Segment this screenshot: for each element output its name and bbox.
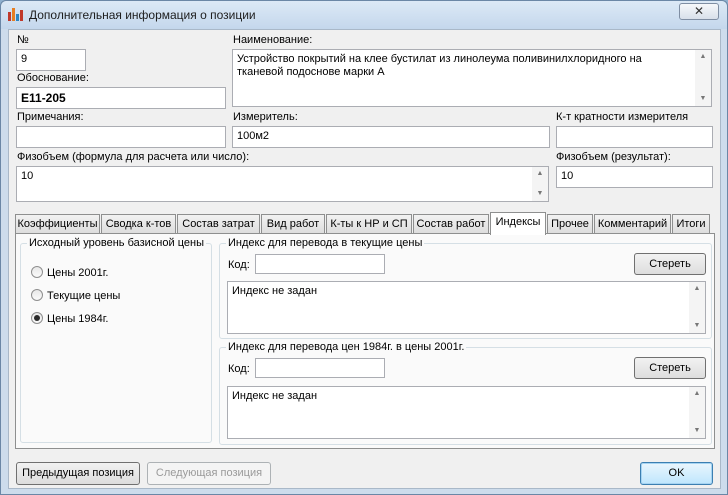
scroll-up-icon[interactable]: ▲ — [689, 387, 705, 401]
title-bar[interactable]: Дополнительная информация о позиции ✕ — [1, 1, 727, 29]
convert-index-group: Индекс для перевода цен 1984г. в цены 20… — [219, 341, 712, 445]
tab-comment[interactable]: Комментарий — [594, 214, 671, 234]
radio-prices-2001[interactable]: Цены 2001г. — [31, 266, 109, 279]
radio-prices-1984[interactable]: Цены 1984г. — [31, 312, 109, 325]
notes-label: Примечания: — [17, 111, 84, 123]
tab-coef-summary[interactable]: Сводка к-тов — [101, 214, 176, 234]
basis-field[interactable]: Е11-205 — [16, 87, 226, 109]
current-index-textarea[interactable]: Индекс не задан ▲ ▼ — [227, 281, 706, 334]
scroll-up-icon[interactable]: ▲ — [695, 50, 711, 64]
volume-formula-label: Физобъем (формула для расчета или число)… — [17, 151, 250, 163]
prev-position-button[interactable]: Предыдущая позиция — [16, 462, 140, 485]
name-text: Устройство покрытий на клее бустилат из … — [237, 53, 642, 78]
tab-indexes[interactable]: Индексы — [490, 212, 546, 235]
meter-field[interactable]: 100м2 — [232, 126, 550, 148]
multiplicity-label: К-т кратности измерителя — [556, 111, 689, 123]
tab-totals[interactable]: Итоги — [672, 214, 710, 234]
next-position-button[interactable]: Следующая позиция — [147, 462, 271, 485]
scroll-down-icon[interactable]: ▼ — [689, 319, 705, 333]
base-level-title: Исходный уровень базисной цены — [27, 237, 206, 249]
current-code-field[interactable] — [255, 254, 385, 274]
tab-coefficients[interactable]: Коэффициенты — [15, 214, 100, 234]
volume-formula-scrollbar[interactable]: ▲ ▼ — [532, 167, 548, 201]
radio-current-prices[interactable]: Текущие цены — [31, 289, 120, 302]
number-label: № — [17, 34, 29, 46]
volume-result-label: Физобъем (результат): — [556, 151, 671, 163]
convert-index-scrollbar[interactable]: ▲ ▼ — [689, 387, 705, 438]
app-icon — [7, 7, 23, 23]
tab-cost-composition[interactable]: Состав затрат — [177, 214, 260, 234]
name-textarea[interactable]: Устройство покрытий на клее бустилат из … — [232, 49, 712, 107]
basis-label: Обоснование: — [17, 72, 89, 84]
convert-code-label: Код: — [228, 363, 250, 375]
convert-code-field[interactable] — [255, 358, 385, 378]
tab-work-type[interactable]: Вид работ — [261, 214, 325, 234]
close-icon: ✕ — [693, 4, 705, 18]
tab-nr-sp-coef[interactable]: К-ты к НР и СП — [326, 214, 412, 234]
volume-result-field[interactable]: 10 — [556, 166, 713, 188]
dialog-client: № 9 Обоснование: Е11-205 Наименование: У… — [8, 29, 721, 489]
notes-field[interactable] — [16, 126, 226, 148]
name-scrollbar[interactable]: ▲ ▼ — [695, 50, 711, 106]
volume-formula-text: 10 — [21, 170, 34, 182]
name-label: Наименование: — [233, 34, 313, 46]
convert-index-title: Индекс для перевода цен 1984г. в цены 20… — [226, 341, 467, 353]
dialog-window: Дополнительная информация о позиции ✕ № … — [0, 0, 728, 495]
current-clear-button[interactable]: Стереть — [634, 253, 706, 275]
tab-strip: Коэффициенты Сводка к-тов Состав затрат … — [15, 212, 715, 235]
window-title: Дополнительная информация о позиции — [29, 8, 256, 22]
scroll-down-icon[interactable]: ▼ — [695, 92, 711, 106]
current-index-group: Индекс для перевода в текущие цены Код: … — [219, 237, 712, 339]
ok-button[interactable]: OK — [640, 462, 713, 485]
scroll-down-icon[interactable]: ▼ — [689, 424, 705, 438]
scroll-down-icon[interactable]: ▼ — [532, 187, 548, 201]
radio-selected-icon — [31, 312, 43, 324]
convert-clear-button[interactable]: Стереть — [634, 357, 706, 379]
current-index-text: Индекс не задан — [232, 285, 318, 297]
number-field[interactable]: 9 — [16, 49, 86, 71]
volume-formula-textarea[interactable]: 10 ▲ ▼ — [16, 166, 549, 202]
close-button[interactable]: ✕ — [679, 3, 719, 20]
current-code-label: Код: — [228, 259, 250, 271]
scroll-up-icon[interactable]: ▲ — [689, 282, 705, 296]
tab-work-composition[interactable]: Состав работ — [413, 214, 489, 234]
radio-label: Текущие цены — [47, 290, 121, 302]
radio-label: Цены 1984г. — [47, 313, 109, 325]
base-level-group: Исходный уровень базисной цены Цены 2001… — [20, 237, 212, 443]
current-index-scrollbar[interactable]: ▲ ▼ — [689, 282, 705, 333]
convert-index-text: Индекс не задан — [232, 390, 318, 402]
current-index-title: Индекс для перевода в текущие цены — [226, 237, 425, 249]
convert-index-textarea[interactable]: Индекс не задан ▲ ▼ — [227, 386, 706, 439]
radio-label: Цены 2001г. — [47, 267, 109, 279]
tab-other[interactable]: Прочее — [547, 214, 593, 234]
scroll-up-icon[interactable]: ▲ — [532, 167, 548, 181]
radio-circle-icon — [31, 289, 43, 301]
indexes-panel: Исходный уровень базисной цены Цены 2001… — [15, 233, 715, 449]
meter-label: Измеритель: — [233, 111, 298, 123]
multiplicity-field[interactable] — [556, 126, 713, 148]
radio-circle-icon — [31, 266, 43, 278]
